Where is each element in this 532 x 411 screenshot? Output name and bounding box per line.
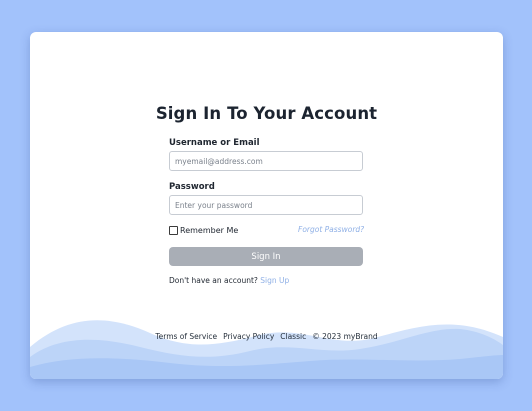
password-label: Password [169, 182, 215, 192]
password-input[interactable] [169, 195, 363, 215]
footer: Terms of Service Privacy Policy Classic … [30, 332, 503, 341]
copyright-text: © 2023 myBrand [312, 332, 378, 341]
username-label: Username or Email [169, 138, 260, 148]
classic-link[interactable]: Classic [280, 332, 306, 341]
signup-prompt: Don't have an account? [169, 276, 258, 285]
remember-me-checkbox[interactable] [169, 226, 178, 235]
login-card: Sign In To Your Account Username or Emai… [30, 32, 503, 379]
remember-me-label[interactable]: Remember Me [180, 226, 238, 235]
forgot-password-link[interactable]: Forgot Password? [298, 225, 364, 234]
page-title: Sign In To Your Account [155, 104, 378, 123]
terms-of-service-link[interactable]: Terms of Service [155, 332, 217, 341]
sign-up-link[interactable]: Sign Up [260, 276, 289, 285]
sign-in-button[interactable]: Sign In [169, 247, 363, 266]
signup-row: Don't have an account? Sign Up [169, 276, 289, 285]
username-input[interactable] [169, 151, 363, 171]
remember-me[interactable]: Remember Me [169, 226, 238, 235]
decorative-waves [30, 320, 503, 379]
privacy-policy-link[interactable]: Privacy Policy [223, 332, 274, 341]
